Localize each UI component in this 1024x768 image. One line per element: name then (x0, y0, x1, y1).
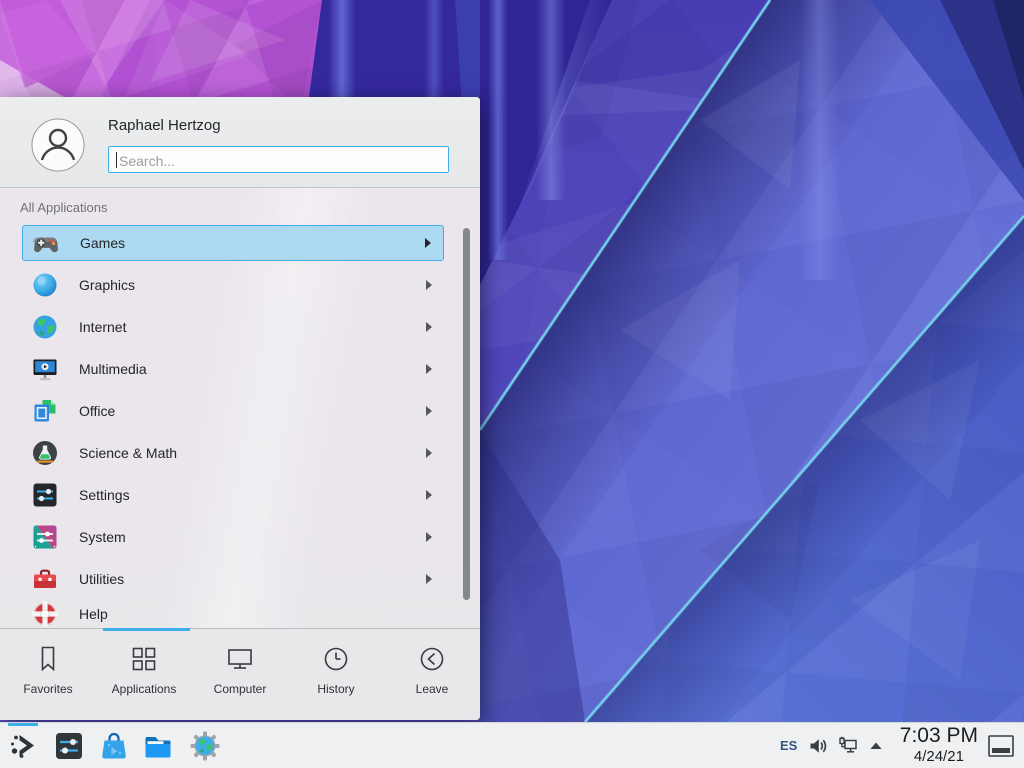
volume-icon[interactable] (808, 736, 828, 756)
search-box[interactable] (108, 146, 449, 173)
globe-icon (32, 314, 58, 340)
category-internet[interactable]: Internet (22, 309, 444, 345)
tab-favorites[interactable]: Favorites (0, 629, 96, 720)
network-icon[interactable] (838, 736, 858, 756)
graphics-ball-icon (32, 272, 58, 298)
category-help[interactable]: Help (22, 596, 444, 632)
taskbar: ES 7:03 PM 4/24/21 (0, 722, 1024, 768)
submenu-arrow-icon (425, 280, 432, 290)
category-label: Settings (79, 487, 130, 503)
submenu-arrow-icon (425, 364, 432, 374)
lifebuoy-icon (32, 601, 58, 627)
tab-history[interactable]: History (288, 629, 384, 720)
category-list: Games Graphics Internet (22, 225, 444, 638)
scrollbar[interactable] (463, 228, 470, 600)
tab-label: Applications (112, 682, 177, 696)
submenu-arrow-icon (425, 448, 432, 458)
grid-icon (129, 644, 159, 674)
submenu-arrow-icon (425, 574, 432, 584)
user-name: Raphael Hertzog (108, 117, 221, 134)
search-input[interactable] (117, 149, 441, 172)
category-label: Utilities (79, 571, 124, 587)
virtual-desktop-pager-icon[interactable] (988, 735, 1014, 757)
documents-icon (32, 398, 58, 424)
tab-label: Computer (214, 682, 267, 696)
tab-leave[interactable]: Leave (384, 629, 480, 720)
application-launcher-menu: Raphael Hertzog All Applications Games (0, 97, 480, 720)
system-settings-icon[interactable] (54, 731, 84, 761)
computer-icon (225, 644, 255, 674)
category-label: Office (79, 403, 115, 419)
category-graphics[interactable]: Graphics (22, 267, 444, 303)
category-label: Internet (79, 319, 126, 335)
tab-applications[interactable]: Applications (96, 629, 192, 720)
kde-launcher-icon[interactable] (8, 731, 38, 761)
launcher-tabbar: Favorites Applications Computer (0, 628, 480, 720)
leave-icon (417, 644, 447, 674)
category-games[interactable]: Games (22, 225, 444, 261)
sliders-color-icon (32, 524, 58, 550)
user-avatar[interactable] (31, 118, 85, 172)
toolbox-icon (32, 566, 58, 592)
active-task-indicator (8, 723, 38, 726)
clock-time: 7:03 PM (900, 724, 978, 748)
discover-icon[interactable] (99, 731, 129, 761)
tab-label: Favorites (23, 682, 72, 696)
tab-label: Leave (416, 682, 449, 696)
submenu-arrow-icon (424, 238, 431, 248)
category-science-math[interactable]: Science & Math (22, 435, 444, 471)
launcher-header: Raphael Hertzog (0, 97, 480, 188)
category-label: Science & Math (79, 445, 177, 461)
submenu-arrow-icon (425, 532, 432, 542)
category-label: Graphics (79, 277, 135, 293)
gamepad-icon (33, 230, 59, 256)
expand-arrow-icon[interactable] (866, 736, 886, 756)
keyboard-layout-indicator[interactable]: ES (780, 738, 797, 753)
digital-clock[interactable]: 7:03 PM 4/24/21 (900, 724, 978, 765)
section-label: All Applications (20, 200, 107, 215)
category-label: Help (79, 606, 108, 622)
category-label: System (79, 529, 126, 545)
tab-computer[interactable]: Computer (192, 629, 288, 720)
submenu-arrow-icon (425, 322, 432, 332)
tab-label: History (317, 682, 354, 696)
active-tab-indicator (103, 628, 190, 631)
category-multimedia[interactable]: Multimedia (22, 351, 444, 387)
system-info-icon[interactable] (190, 731, 220, 761)
category-office[interactable]: Office (22, 393, 444, 429)
category-system[interactable]: System (22, 519, 444, 555)
category-utilities[interactable]: Utilities (22, 561, 444, 597)
flask-icon (32, 440, 58, 466)
category-settings[interactable]: Settings (22, 477, 444, 513)
file-manager-icon[interactable] (143, 731, 173, 761)
category-label: Games (80, 235, 125, 251)
monitor-play-icon (32, 356, 58, 382)
clock-date: 4/24/21 (900, 748, 978, 765)
bookmark-icon (33, 644, 63, 674)
category-label: Multimedia (79, 361, 147, 377)
submenu-arrow-icon (425, 490, 432, 500)
submenu-arrow-icon (425, 406, 432, 416)
sliders-dark-icon (32, 482, 58, 508)
clock-icon (321, 644, 351, 674)
